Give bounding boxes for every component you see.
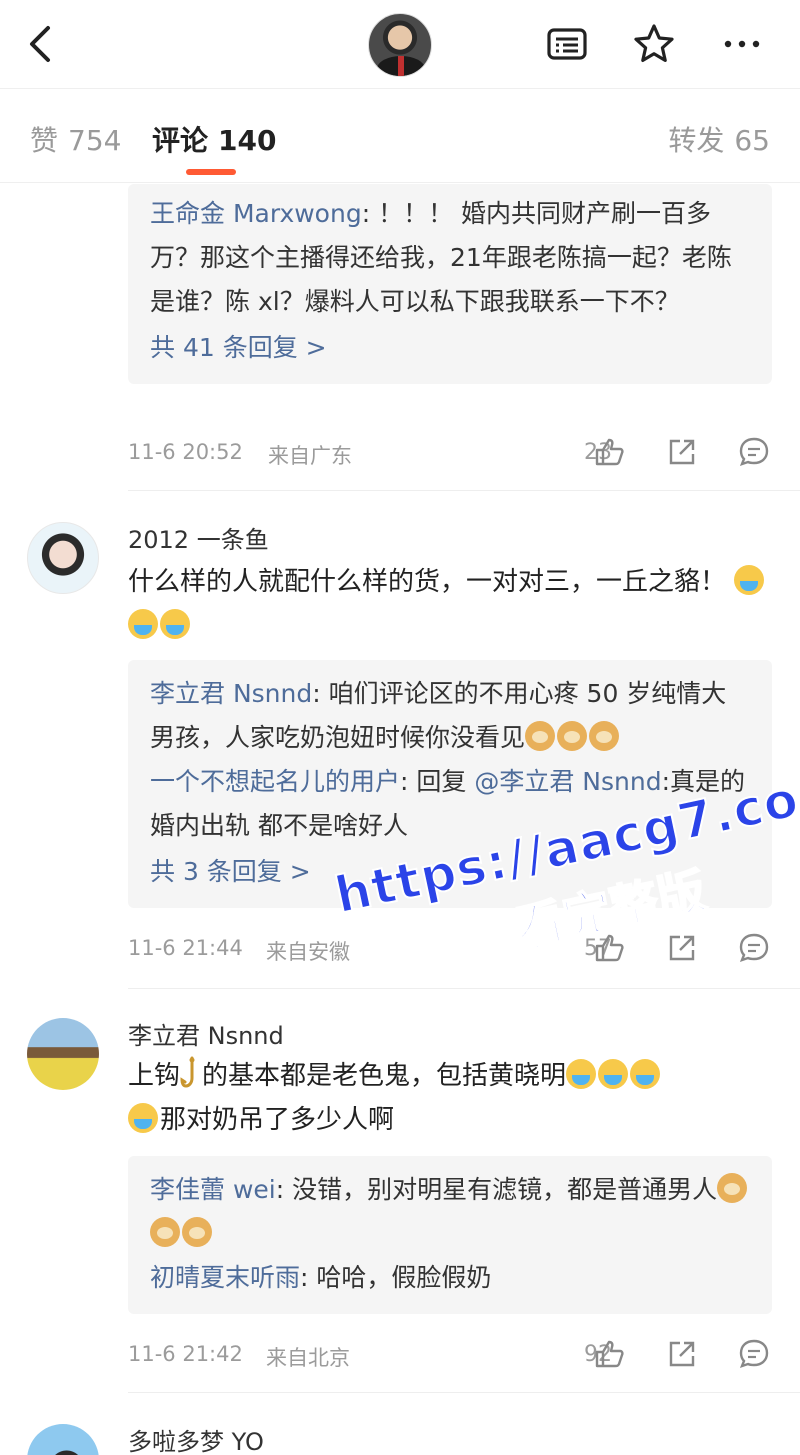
dog-emoji-icon	[589, 721, 620, 751]
thumbs-up-icon[interactable]	[591, 1336, 627, 1372]
more-replies-link[interactable]: 共 41 条回复 >	[150, 326, 750, 370]
tab-comments[interactable]: 评论 140	[152, 119, 276, 159]
more-icon[interactable]	[720, 22, 764, 66]
share-icon[interactable]	[664, 1336, 700, 1372]
comment-body: 什么样的人就配什么样的货，一对对三，一丘之貉！	[128, 567, 727, 597]
reply-box[interactable]: 李佳蕾 wei: 没错，别对明星有滤镜，都是普通男人 初晴夏末听雨: 哈哈，假脸…	[128, 1156, 772, 1314]
dog-emoji-icon	[717, 1173, 748, 1203]
reply-text: : 没错，别对明星有滤镜，都是普通男人	[275, 1175, 718, 1204]
dog-emoji-icon	[150, 1217, 180, 1247]
tab-comments-label: 评论	[152, 124, 209, 157]
comment-author[interactable]: 多啦多梦 YO	[128, 1422, 264, 1455]
crying-emoji-icon	[566, 1059, 597, 1089]
comment-body-a: 上钩	[128, 1061, 181, 1091]
mention-link[interactable]: @李立君 Nsnnd	[474, 767, 661, 796]
reply-item: 初晴夏末听雨: 哈哈，假脸假奶	[150, 1256, 750, 1300]
dog-emoji-icon	[525, 721, 556, 751]
tab-likes-label: 赞	[30, 124, 59, 157]
comment-time: 11-6 21:44	[128, 936, 243, 960]
comment-body-c: 那对奶吊了多少人啊	[160, 1105, 395, 1135]
avatar[interactable]	[27, 1424, 99, 1455]
comment-icon[interactable]	[736, 1336, 772, 1372]
divider	[128, 1392, 800, 1393]
doc-icon[interactable]	[545, 22, 589, 66]
author-avatar[interactable]	[368, 13, 432, 77]
reply-item: 李立君 Nsnnd: 咱们评论区的不用心疼 50 岁纯情大男孩，人家吃奶泡妞时候…	[150, 672, 750, 760]
star-icon[interactable]	[632, 22, 676, 66]
comment-body-b: 的基本都是老色鬼，包括黄晓明	[202, 1061, 567, 1091]
tab-likes[interactable]: 赞 754	[30, 119, 121, 159]
crying-emoji-icon	[630, 1059, 661, 1089]
comment-icon[interactable]	[736, 434, 772, 470]
tab-likes-count: 754	[68, 124, 122, 157]
crying-emoji-icon	[128, 609, 158, 639]
share-icon[interactable]	[664, 930, 700, 966]
crying-emoji-icon	[734, 565, 765, 595]
comment-location: 来自广东	[268, 444, 352, 468]
reply-item: 王命金 Marxwong: ！！！ 婚内共同财产刷一百多万？那这个主播得还给我，…	[150, 192, 750, 324]
crying-emoji-icon	[128, 1103, 158, 1133]
crying-emoji-icon	[598, 1059, 629, 1089]
divider	[128, 490, 800, 491]
divider	[128, 988, 800, 989]
crying-emoji-icon	[160, 609, 190, 639]
tab-reposts-count: 65	[734, 124, 770, 157]
avatar[interactable]	[27, 1018, 99, 1090]
dog-emoji-icon	[182, 1217, 212, 1247]
comment-author[interactable]: 李立君 Nsnnd	[128, 1016, 284, 1051]
comment-text: 上钩 的基本都是老色鬼，包括黄晓明那对奶吊了多少人啊	[128, 1054, 768, 1142]
tab-comments-count: 140	[218, 124, 277, 157]
reply-author[interactable]: 初晴夏末听雨	[150, 1263, 300, 1292]
reply-box[interactable]: 李立君 Nsnnd: 咱们评论区的不用心疼 50 岁纯情大男孩，人家吃奶泡妞时候…	[128, 660, 772, 908]
reply-author[interactable]: 一个不想起名儿的用户	[150, 767, 400, 796]
reply-author[interactable]: 王命金 Marxwong	[150, 199, 362, 228]
tab-reposts[interactable]: 转发 65	[668, 119, 770, 159]
back-arrow-icon[interactable]	[22, 22, 62, 66]
comment-time: 11-6 21:42	[128, 1342, 243, 1366]
reply-item: 一个不想起名儿的用户: 回复 @李立君 Nsnnd:真是的 婚内出轨 都不是啥好…	[150, 760, 750, 848]
comment-location: 来自北京	[266, 1346, 350, 1370]
reply-prefix: : 回复	[400, 767, 475, 796]
tab-bar: 赞 754 评论 140 转发 65	[0, 88, 800, 183]
top-bar	[0, 0, 800, 88]
comment-icon[interactable]	[736, 930, 772, 966]
comment-meta: 11-6 21:44 来自安徽 57	[128, 928, 772, 968]
share-icon[interactable]	[664, 434, 700, 470]
fishing-hook-icon	[180, 1056, 195, 1088]
comment-time: 11-6 20:52	[128, 440, 243, 464]
comment-location: 来自安徽	[266, 940, 350, 964]
reply-author[interactable]: 李立君 Nsnnd	[150, 679, 312, 708]
comment-meta: 11-6 20:52 来自广东 23	[128, 432, 772, 472]
dog-emoji-icon	[557, 721, 588, 751]
active-tab-indicator	[186, 169, 236, 175]
avatar[interactable]	[27, 522, 99, 594]
more-replies-link[interactable]: 共 3 条回复 >	[150, 850, 750, 894]
thumbs-up-icon[interactable]	[591, 930, 627, 966]
reply-box[interactable]: 王命金 Marxwong: ！！！ 婚内共同财产刷一百多万？那这个主播得还给我，…	[128, 184, 772, 384]
reply-author[interactable]: 李佳蕾 wei	[150, 1175, 276, 1204]
comment-text: 什么样的人就配什么样的货，一对对三，一丘之貉！	[128, 560, 768, 648]
thumbs-up-icon[interactable]	[591, 434, 627, 470]
reply-item: 李佳蕾 wei: 没错，别对明星有滤镜，都是普通男人	[150, 1168, 750, 1256]
tab-reposts-label: 转发	[668, 124, 725, 157]
comment-author[interactable]: 2012 一条鱼	[128, 520, 269, 555]
reply-text: : 哈哈，假脸假奶	[300, 1263, 492, 1292]
comment-meta: 11-6 21:42 来自北京 92	[128, 1334, 772, 1374]
